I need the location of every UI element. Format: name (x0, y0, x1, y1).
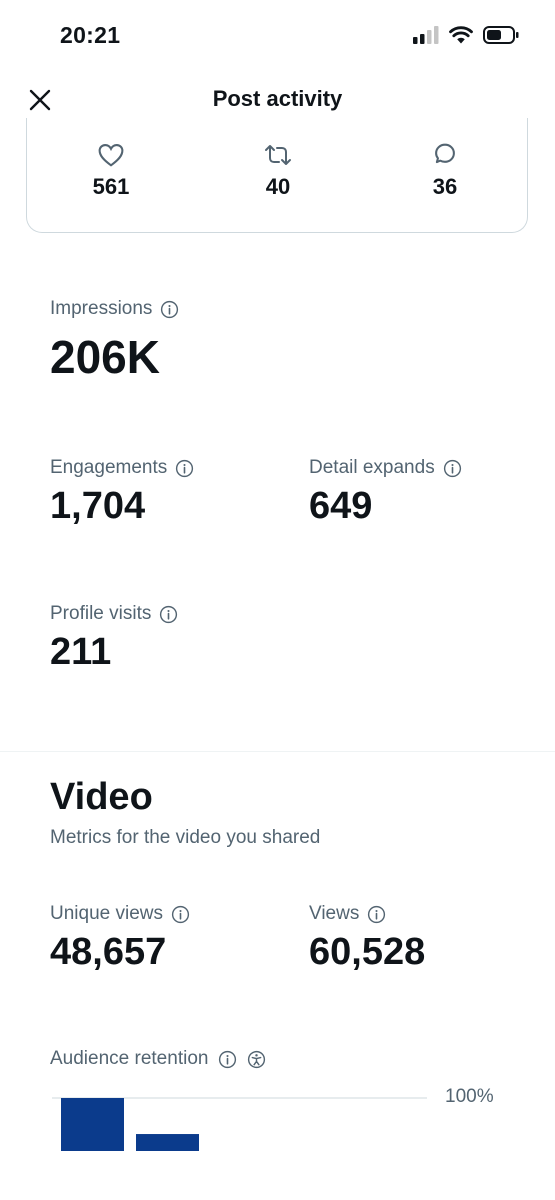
engagements-label: Engagements (50, 457, 168, 478)
reposts-count: 40 (265, 174, 291, 199)
unique-views-value: 48,657 (50, 931, 167, 973)
views-value: 60,528 (309, 931, 426, 973)
impressions-label: Impressions (50, 298, 153, 319)
info-icon[interactable] (218, 1050, 237, 1069)
detail-expands-value: 649 (309, 485, 373, 527)
likes-count: 561 (92, 174, 130, 199)
status-time: 20:21 (60, 22, 121, 48)
views-label: Views (309, 903, 360, 924)
replies-count: 36 (432, 174, 458, 199)
status-bar: 20:21 (0, 0, 555, 74)
info-icon[interactable] (159, 605, 178, 624)
profile-visits-label: Profile visits (50, 603, 152, 624)
battery-icon (483, 26, 519, 44)
section-divider (0, 751, 555, 752)
unique-views-label: Unique views (50, 903, 163, 924)
navigation-bar: Post activity (0, 74, 555, 124)
audience-retention-label: Audience retention (50, 1048, 209, 1069)
heart-icon (98, 144, 124, 167)
wifi-icon (449, 26, 473, 44)
signal-icon (413, 26, 439, 44)
audience-retention-header: Audience retention (50, 1048, 266, 1070)
page-title: Post activity (212, 86, 343, 111)
accessibility-icon[interactable] (247, 1050, 266, 1069)
info-icon[interactable] (367, 905, 386, 924)
repost-icon (265, 145, 291, 165)
info-icon[interactable] (443, 459, 462, 478)
video-section-subtitle: Metrics for the video you shared (50, 827, 321, 848)
retention-bar (61, 1098, 124, 1151)
replies-stat[interactable]: 36 (405, 140, 485, 200)
reply-icon (435, 143, 455, 164)
engagement-card: 561 40 36 (26, 118, 528, 233)
audience-retention-chart: 100% (52, 1086, 494, 1151)
info-icon[interactable] (160, 300, 179, 319)
detail-expands-label: Detail expands (309, 457, 435, 478)
likes-stat[interactable]: 561 (71, 140, 151, 200)
info-icon[interactable] (175, 459, 194, 478)
status-icons (413, 26, 519, 44)
detail-expands-metric: Detail expands 649 (309, 457, 462, 528)
info-icon[interactable] (171, 905, 190, 924)
engagements-value: 1,704 (50, 485, 146, 527)
unique-views-metric: Unique views 48,657 (50, 903, 190, 974)
impressions-value: 206K (50, 331, 160, 383)
profile-visits-value: 211 (50, 631, 112, 673)
profile-visits-metric: Profile visits 211 (50, 603, 178, 674)
impressions-metric: Impressions 206K (50, 298, 179, 384)
views-metric: Views 60,528 (309, 903, 425, 974)
video-section-title: Video (50, 776, 153, 818)
retention-bar (136, 1134, 199, 1151)
engagements-metric: Engagements 1,704 (50, 457, 194, 528)
chart-max-label: 100% (445, 1086, 494, 1107)
reposts-stat[interactable]: 40 (238, 140, 318, 200)
